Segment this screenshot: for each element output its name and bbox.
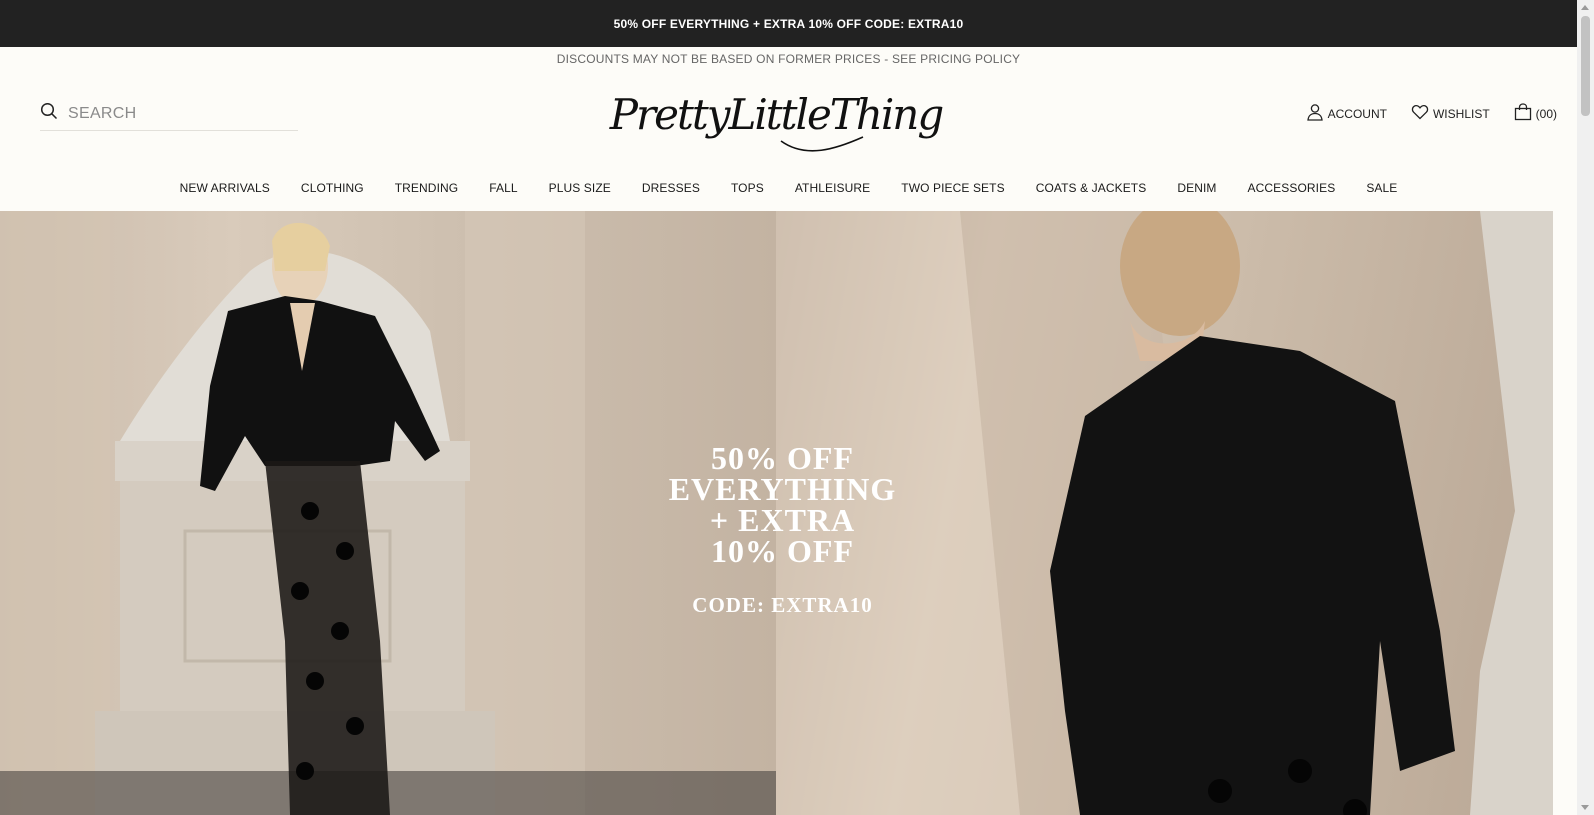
logo-text: PrettyLittleThing bbox=[609, 89, 944, 139]
nav-accessories[interactable]: ACCESSORIES bbox=[1248, 181, 1336, 195]
bag-link[interactable]: (00) bbox=[1514, 103, 1557, 124]
hero-headline-line: + EXTRA bbox=[709, 502, 856, 538]
main-nav: NEW ARRIVALS CLOTHING TRENDING FALL PLUS… bbox=[0, 165, 1577, 211]
nav-new-arrivals[interactable]: NEW ARRIVALS bbox=[180, 181, 270, 195]
page-scrollbar[interactable] bbox=[1577, 0, 1594, 815]
site-logo[interactable]: PrettyLittleThing bbox=[610, 79, 944, 152]
disclaimer-text[interactable]: DISCOUNTS MAY NOT BE BASED ON FORMER PRI… bbox=[557, 52, 1021, 66]
hero-headline: 50% OFF EVERYTHING + EXTRA 10% OFF bbox=[590, 440, 975, 569]
bag-count: (00) bbox=[1535, 106, 1557, 121]
scroll-thumb[interactable] bbox=[1581, 16, 1590, 116]
nav-sale[interactable]: SALE bbox=[1366, 181, 1397, 195]
pricing-disclaimer[interactable]: DISCOUNTS MAY NOT BE BASED ON FORMER PRI… bbox=[0, 47, 1577, 71]
nav-dresses[interactable]: DRESSES bbox=[642, 181, 700, 195]
search-icon[interactable] bbox=[40, 102, 58, 125]
hero-banner[interactable]: 50% OFF EVERYTHING + EXTRA 10% OFF CODE:… bbox=[0, 211, 1553, 815]
hero-headline-line: EVERYTHING bbox=[668, 471, 897, 507]
nav-clothing[interactable]: CLOTHING bbox=[301, 181, 364, 195]
nav-plus-size[interactable]: PLUS SIZE bbox=[549, 181, 611, 195]
nav-trending[interactable]: TRENDING bbox=[395, 181, 458, 195]
wishlist-link[interactable]: WISHLIST bbox=[1411, 103, 1490, 124]
search-input[interactable] bbox=[68, 104, 288, 123]
scroll-up-arrow[interactable] bbox=[1581, 5, 1589, 10]
heart-icon bbox=[1411, 103, 1429, 124]
account-link[interactable]: ACCOUNT bbox=[1306, 103, 1387, 124]
scroll-down-arrow[interactable] bbox=[1581, 805, 1589, 810]
search-bar[interactable] bbox=[40, 97, 298, 131]
nav-athleisure[interactable]: ATHLEISURE bbox=[795, 181, 870, 195]
account-label: ACCOUNT bbox=[1327, 106, 1387, 121]
nav-denim[interactable]: DENIM bbox=[1177, 181, 1216, 195]
shopping-bag-icon bbox=[1514, 103, 1532, 124]
user-icon bbox=[1306, 103, 1324, 124]
hero-headline-line: 10% OFF bbox=[711, 533, 854, 569]
hero-promo-text[interactable]: 50% OFF EVERYTHING + EXTRA 10% OFF CODE:… bbox=[590, 440, 975, 618]
site-header: PrettyLittleThing ACCOUNT bbox=[0, 71, 1577, 165]
hero-promo-code: CODE: EXTRA10 bbox=[692, 593, 873, 617]
promo-bar[interactable]: 50% OFF EVERYTHING + EXTRA 10% OFF CODE:… bbox=[0, 0, 1577, 47]
header-utilities: ACCOUNT WISHLIST (00) bbox=[1306, 103, 1557, 124]
page: 50% OFF EVERYTHING + EXTRA 10% OFF CODE:… bbox=[0, 0, 1577, 815]
nav-fall[interactable]: FALL bbox=[489, 181, 517, 195]
wishlist-label: WISHLIST bbox=[1432, 106, 1490, 121]
promo-text[interactable]: 50% OFF EVERYTHING + EXTRA 10% OFF CODE:… bbox=[614, 17, 964, 31]
nav-coats-jackets[interactable]: COATS & JACKETS bbox=[1036, 181, 1147, 195]
nav-tops[interactable]: TOPS bbox=[731, 181, 764, 195]
hero-headline-line: 50% OFF bbox=[711, 440, 854, 476]
nav-two-piece-sets[interactable]: TWO PIECE SETS bbox=[901, 181, 1004, 195]
